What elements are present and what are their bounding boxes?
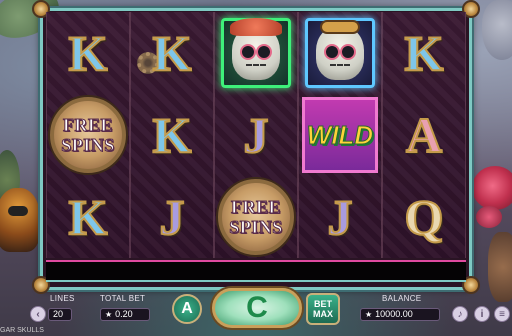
symbol-cell: WILD: [299, 94, 381, 176]
info-button[interactable]: i: [474, 306, 490, 322]
symbol-cell: [299, 12, 381, 94]
autoplay-button[interactable]: A: [172, 294, 202, 324]
symbol-k: K: [152, 25, 193, 81]
bet-max-button[interactable]: BET MAX: [306, 293, 340, 325]
symbol-cell: J: [299, 176, 381, 258]
balance-label: BALANCE: [382, 294, 422, 303]
symbol-wild: WILD: [302, 97, 378, 173]
symbol-cell: FREE SPINS: [47, 94, 129, 176]
symbol-skull-green: [221, 18, 291, 88]
character-decoration: [0, 188, 40, 252]
symbol-k: K: [404, 25, 445, 81]
skull-icon: [316, 20, 364, 80]
symbol-cell: J: [131, 176, 213, 258]
reel-2: K K J: [130, 12, 214, 258]
skull-icon: [230, 18, 282, 80]
reel-1: K FREE SPINS K: [46, 12, 130, 258]
symbol-k: K: [152, 107, 193, 163]
spin-button[interactable]: C: [212, 288, 302, 328]
symbol-j: J: [159, 189, 186, 245]
total-bet-box: ★ 0.20: [100, 308, 150, 321]
coin-icon: ★: [365, 310, 373, 319]
reel-3: J FREE SPINS: [214, 12, 298, 258]
symbol-cell: K: [383, 12, 465, 94]
symbol-cell: A: [383, 94, 465, 176]
symbol-j: J: [243, 107, 270, 163]
spin-icon: C: [246, 291, 268, 324]
free-spins-text-line1: FREE: [62, 115, 113, 136]
coin-icon: ★: [105, 310, 113, 319]
lines-label: LINES: [50, 294, 75, 303]
symbol-k: K: [68, 189, 109, 245]
rose-decoration: [476, 206, 502, 228]
reel-grid: K FREE SPINS K K K J J FREE SPINS WILD J…: [46, 12, 466, 258]
total-bet-label: TOTAL BET: [100, 294, 146, 303]
symbol-k: K: [68, 25, 109, 81]
sound-button[interactable]: ♪: [452, 306, 468, 322]
balance-value: 10000.00: [375, 309, 413, 319]
bet-max-line2: MAX: [313, 309, 333, 319]
symbol-cell: K: [47, 12, 129, 94]
symbol-a: A: [405, 107, 443, 163]
symbol-cell: K: [131, 94, 213, 176]
symbol-free-spins: FREE SPINS: [218, 179, 294, 255]
game-name-label: GAR SKULLS: [0, 327, 44, 334]
reel-5: K A Q: [382, 12, 466, 258]
symbol-cell: K: [47, 176, 129, 258]
lines-decrease-button[interactable]: ‹: [30, 306, 46, 322]
wild-text: WILD: [306, 119, 374, 150]
bet-max-line1: BET: [314, 299, 332, 309]
symbol-free-spins: FREE SPINS: [50, 97, 126, 173]
reel-4: WILD J: [298, 12, 382, 258]
rose-decoration: [472, 166, 512, 210]
settings-button[interactable]: ≡: [494, 306, 510, 322]
autoplay-label: A: [181, 300, 193, 317]
symbol-cell: J: [215, 94, 297, 176]
symbol-cell: K: [131, 12, 213, 94]
lines-value: 20: [48, 308, 72, 321]
control-panel: LINES ‹ 20 TOTAL BET ★ 0.20 A C BET MAX B…: [0, 288, 512, 336]
free-spins-text-line2: SPINS: [61, 135, 115, 156]
free-spins-text-line2: SPINS: [229, 217, 283, 238]
symbol-j: J: [327, 189, 354, 245]
free-spins-text-line1: FREE: [230, 197, 281, 218]
symbol-cell: [215, 12, 297, 94]
message-bar: [46, 260, 466, 282]
symbol-cell: Q: [383, 176, 465, 258]
symbol-q: Q: [404, 189, 445, 245]
total-bet-value: 0.20: [115, 309, 133, 319]
symbol-cell: FREE SPINS: [215, 176, 297, 258]
symbol-skull-blue: [305, 18, 375, 88]
balance-box: ★ 10000.00: [360, 308, 440, 321]
